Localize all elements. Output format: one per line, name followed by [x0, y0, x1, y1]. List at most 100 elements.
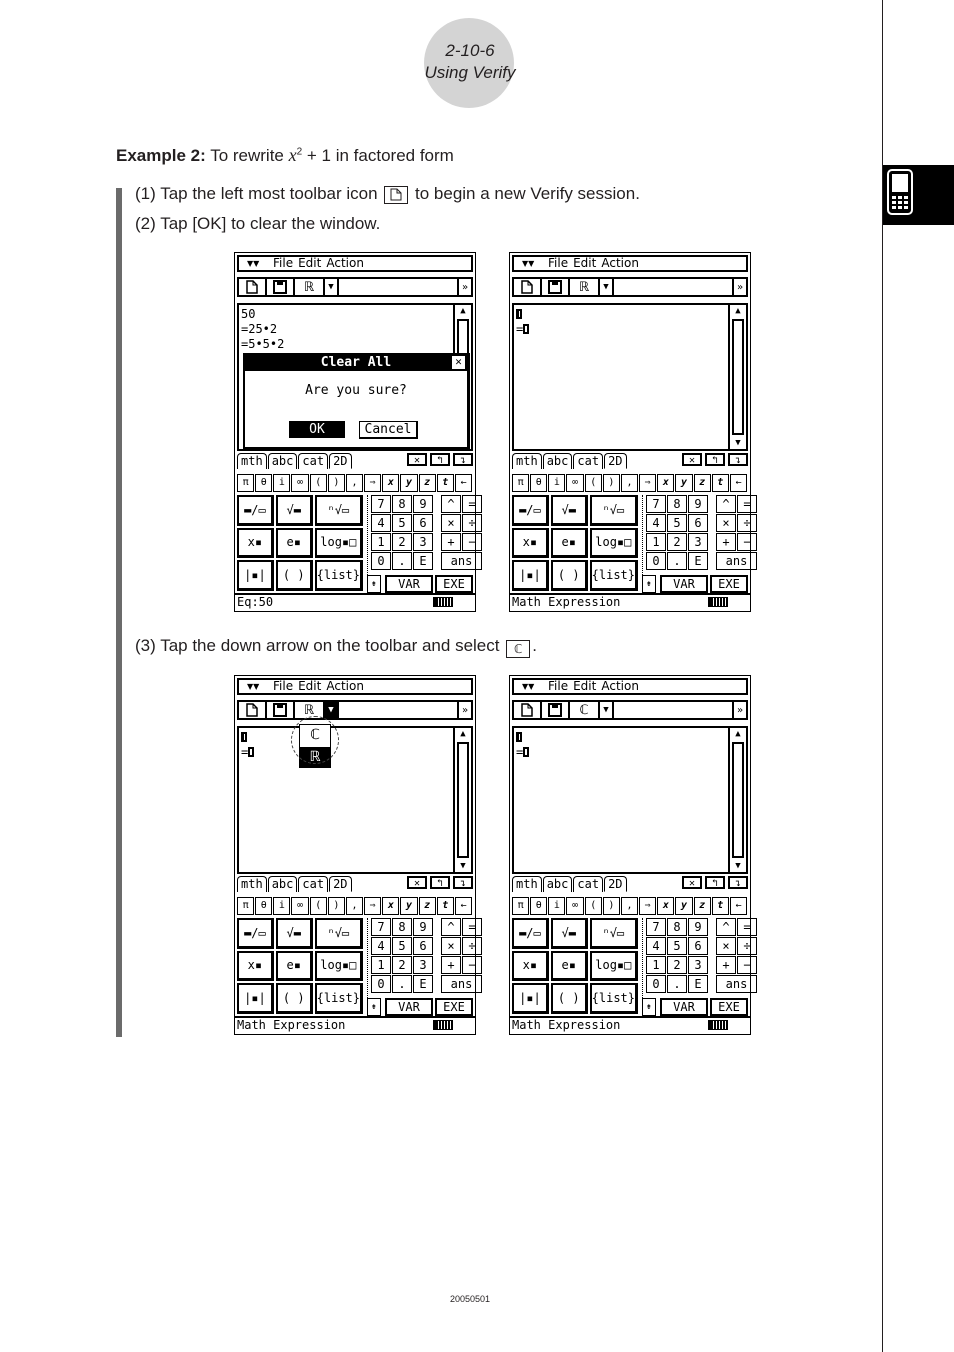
- var-button[interactable]: VAR: [660, 998, 708, 1016]
- menu-dropdown-icon[interactable]: ▼▼: [522, 257, 534, 270]
- vertical-scrollbar[interactable]: ▲▼: [453, 728, 471, 872]
- key-6[interactable]: 6: [688, 514, 708, 532]
- key-5[interactable]: 5: [392, 514, 412, 532]
- key-÷[interactable]: ÷: [462, 514, 482, 532]
- tab-mth[interactable]: mth: [512, 876, 542, 892]
- keyboard-scroll-button[interactable]: ⇟: [642, 998, 656, 1016]
- symbol-key[interactable]: x: [382, 897, 400, 915]
- tab-cat[interactable]: cat: [298, 876, 329, 892]
- symbol-key[interactable]: θ: [255, 474, 273, 492]
- key-+[interactable]: +: [716, 956, 736, 974]
- tab-abc[interactable]: abc: [267, 876, 298, 892]
- key-=[interactable]: =: [737, 918, 757, 936]
- menu-edit[interactable]: Edit: [298, 679, 321, 693]
- toolbar-more-button[interactable]: »: [732, 277, 748, 297]
- key-E[interactable]: E: [688, 975, 708, 993]
- key-3[interactable]: 3: [688, 533, 708, 551]
- template-key[interactable]: x▪: [237, 527, 274, 559]
- key-−[interactable]: −: [462, 956, 482, 974]
- tab-cat[interactable]: cat: [573, 453, 604, 469]
- symbol-key[interactable]: ←: [454, 897, 473, 915]
- key-−[interactable]: −: [737, 956, 757, 974]
- key-E[interactable]: E: [413, 975, 433, 993]
- mode-dropdown-arrow[interactable]: ▼: [598, 700, 614, 720]
- scroll-up-arrow[interactable]: ▲: [455, 305, 471, 317]
- tab-2d[interactable]: 2D: [329, 876, 352, 892]
- key-ans[interactable]: ans: [441, 552, 482, 570]
- symbol-key[interactable]: z: [418, 474, 436, 492]
- work-area[interactable]: = ▲ ▼: [512, 726, 748, 874]
- tab-mth[interactable]: mth: [237, 453, 267, 469]
- key-^[interactable]: ^: [716, 495, 736, 513]
- scroll-down-arrow[interactable]: ▼: [455, 860, 471, 872]
- symbol-key[interactable]: (: [309, 897, 327, 915]
- key-0[interactable]: 0: [646, 552, 666, 570]
- symbol-key[interactable]: ,: [620, 897, 639, 915]
- keyboard-scroll-button[interactable]: ⇟: [367, 575, 381, 593]
- save-button[interactable]: [540, 700, 568, 720]
- var-button[interactable]: VAR: [385, 575, 433, 593]
- template-key[interactable]: e▪: [275, 950, 313, 982]
- template-key[interactable]: ( ): [275, 560, 313, 591]
- symbol-key[interactable]: x: [382, 474, 400, 492]
- symbol-key[interactable]: i: [273, 474, 291, 492]
- symbol-key[interactable]: x: [657, 897, 675, 915]
- new-button[interactable]: [512, 700, 540, 720]
- symbol-key[interactable]: ∞: [291, 474, 309, 492]
- move-down-button[interactable]: ↴: [728, 876, 748, 889]
- template-key[interactable]: ⁿ√▭: [589, 918, 638, 949]
- key-+[interactable]: +: [441, 956, 461, 974]
- keyboard-scroll-button[interactable]: ⇟: [367, 998, 381, 1016]
- move-down-button[interactable]: ↴: [728, 453, 748, 466]
- symbol-key[interactable]: ,: [620, 474, 639, 492]
- exe-button[interactable]: EXE: [435, 998, 473, 1016]
- template-key[interactable]: |▪|: [512, 983, 549, 1014]
- number-mode-button[interactable]: ℂ: [568, 700, 598, 720]
- move-up-button[interactable]: ↰: [430, 453, 450, 466]
- template-key[interactable]: x▪: [237, 950, 274, 982]
- template-key[interactable]: log▪□: [314, 527, 363, 559]
- symbol-key[interactable]: z: [418, 897, 436, 915]
- menu-edit[interactable]: Edit: [573, 256, 596, 270]
- template-key[interactable]: ▬/▭: [512, 918, 549, 949]
- key-9[interactable]: 9: [688, 918, 708, 936]
- move-up-button[interactable]: ↰: [430, 876, 450, 889]
- template-key[interactable]: ⁿ√▭: [589, 495, 638, 526]
- key-E[interactable]: E: [413, 552, 433, 570]
- key-6[interactable]: 6: [413, 937, 433, 955]
- key-.[interactable]: .: [392, 552, 412, 570]
- symbol-key[interactable]: π: [237, 474, 255, 492]
- symbol-key[interactable]: ⇒: [639, 897, 657, 915]
- close-keyboard-button[interactable]: ✕: [682, 453, 702, 466]
- template-key[interactable]: ▬/▭: [237, 495, 274, 526]
- symbol-key[interactable]: ): [327, 897, 345, 915]
- key-4[interactable]: 4: [646, 514, 666, 532]
- key-ans[interactable]: ans: [441, 975, 482, 993]
- key-8[interactable]: 8: [667, 918, 687, 936]
- tab-cat[interactable]: cat: [573, 876, 604, 892]
- symbol-key[interactable]: z: [693, 474, 711, 492]
- key-+[interactable]: +: [716, 533, 736, 551]
- tab-abc[interactable]: abc: [267, 453, 298, 469]
- symbol-key[interactable]: (: [309, 474, 327, 492]
- exe-button[interactable]: EXE: [435, 575, 473, 593]
- symbol-key[interactable]: (: [584, 474, 602, 492]
- symbol-key[interactable]: ⇒: [364, 897, 382, 915]
- symbol-key[interactable]: t: [436, 897, 454, 915]
- close-keyboard-button[interactable]: ✕: [682, 876, 702, 889]
- symbol-key[interactable]: θ: [530, 474, 548, 492]
- key-ans[interactable]: ans: [716, 552, 757, 570]
- toolbar-more-button[interactable]: »: [457, 700, 473, 720]
- key-3[interactable]: 3: [688, 956, 708, 974]
- scroll-up-arrow[interactable]: ▲: [730, 305, 746, 317]
- toolbar-more-button[interactable]: »: [457, 277, 473, 297]
- symbol-key[interactable]: t: [711, 474, 729, 492]
- tab-2d[interactable]: 2D: [604, 876, 627, 892]
- menu-dropdown-icon[interactable]: ▼▼: [247, 257, 259, 270]
- tab-2d[interactable]: 2D: [604, 453, 627, 469]
- cursor-input-box[interactable]: [516, 309, 522, 319]
- tab-mth[interactable]: mth: [512, 453, 542, 469]
- key-5[interactable]: 5: [392, 937, 412, 955]
- mode-dropdown-arrow[interactable]: ▼: [598, 277, 614, 297]
- toolbar-more-button[interactable]: »: [732, 700, 748, 720]
